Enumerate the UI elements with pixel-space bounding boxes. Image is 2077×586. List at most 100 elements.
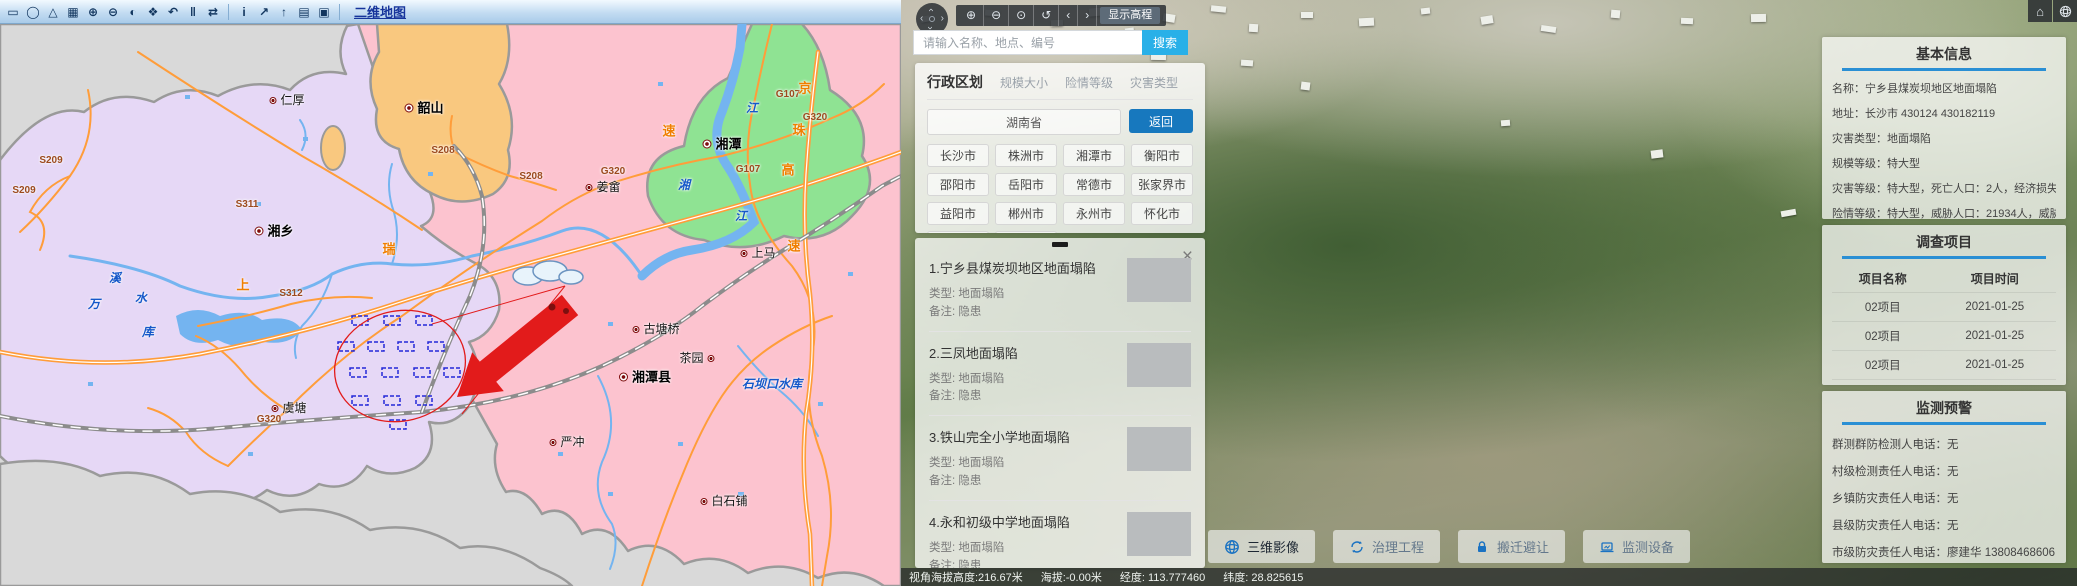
info-row: 灾害等级：特大型，死亡人口：2人，经济损失：250... <box>1832 180 2056 196</box>
bottom-button-label: 三维影像 <box>1247 537 1299 556</box>
basic-info-panel: 基本信息 名称：宁乡县煤炭坝地区地面塌陷地址：长沙市 430124 430182… <box>1822 37 2066 219</box>
ruler-icon[interactable]: ▭ <box>4 3 22 21</box>
city-button[interactable]: 郴州市 <box>995 202 1057 225</box>
hazard-list-item[interactable]: 3.铁山完全小学地面塌陷类型: 地面塌陷备注: 隐患 <box>929 415 1191 500</box>
city-button[interactable]: 株洲市 <box>995 144 1057 167</box>
zoom-in-icon[interactable]: ⊕ <box>84 3 102 21</box>
hazard-thumbnail <box>1127 512 1191 556</box>
export-icon[interactable]: ↗ <box>255 3 273 21</box>
search-button[interactable]: 搜索 <box>1142 30 1188 55</box>
pan-icon[interactable]: ❖ <box>144 3 162 21</box>
survey-cell: 02项目 <box>1832 380 1933 386</box>
survey-title: 调查项目 <box>1832 232 2056 252</box>
zoom-out-icon[interactable]: ⊖ <box>984 5 1009 26</box>
city-grid: 长沙市株洲市湘潭市衡阳市邵阳市岳阳市常德市张家界市益阳市郴州市永州市怀化市娄底市… <box>927 144 1193 233</box>
print-icon[interactable]: ▤ <box>295 3 313 21</box>
city-button[interactable]: 永州市 <box>1063 202 1125 225</box>
aerial-house <box>1301 12 1313 18</box>
aerial-house <box>1359 18 1374 27</box>
globe-icon[interactable]: ◐ <box>124 3 142 21</box>
pan-up-icon[interactable]: ‹ <box>926 8 936 11</box>
basic-info-title: 基本信息 <box>1832 44 2056 64</box>
aerial-house <box>1241 60 1253 67</box>
city-button[interactable]: 怀化市 <box>1131 202 1193 225</box>
map-regions <box>0 24 901 586</box>
title-underline <box>1842 68 2046 71</box>
survey-row[interactable]: 02项目2021-01-25 <box>1832 293 2056 322</box>
title-underline <box>1842 422 2046 425</box>
relocate-icon <box>1474 539 1490 555</box>
province-button[interactable]: 湖南省 <box>927 109 1121 135</box>
reset-view-icon[interactable]: ↺ <box>1034 5 1059 26</box>
survey-table-body: 02项目2021-01-2502项目2021-01-2502项目2021-01-… <box>1832 293 2056 386</box>
bottom-button-监测设备[interactable]: 监测设备 <box>1583 530 1690 563</box>
home-icon[interactable]: ⌂ <box>2028 0 2052 22</box>
city-button[interactable]: 湘潭市 <box>1063 144 1125 167</box>
city-button[interactable]: 湘西土家族... <box>995 231 1057 233</box>
aerial-house <box>1501 120 1510 127</box>
district-tab-1[interactable]: 险情等级 <box>1065 74 1113 91</box>
measure-circle-icon[interactable]: ◯ <box>24 3 42 21</box>
info-icon[interactable]: i <box>235 3 253 21</box>
city-button[interactable]: 张家界市 <box>1131 173 1193 196</box>
city-button[interactable]: 邵阳市 <box>927 173 989 196</box>
layers-globe-icon[interactable] <box>2053 0 2077 22</box>
map-2d-pane: ▭◯△▦⊕⊖◐❖↶‖⇄i↗↑▤▣ 二维地图 <box>0 0 901 586</box>
city-button[interactable]: 衡阳市 <box>1131 144 1193 167</box>
monitor-line: 市级防灾责任人电话：廖建华 13808468606 <box>1832 544 2056 560</box>
pan-right-icon[interactable]: › <box>941 14 944 24</box>
swap-icon[interactable]: ⇄ <box>204 3 222 21</box>
hazard-list-item[interactable]: 4.永和初级中学地面塌陷类型: 地面塌陷备注: 隐患 <box>929 500 1191 568</box>
city-button[interactable]: 岳阳市 <box>995 173 1057 196</box>
search-input[interactable] <box>913 30 1142 55</box>
bottom-button-三维影像[interactable]: 三维影像 <box>1208 530 1315 563</box>
district-tab-0[interactable]: 规模大小 <box>1000 74 1048 91</box>
show-elevation-button[interactable]: 显示高程 <box>1100 7 1160 24</box>
zoom-out-icon[interactable]: ⊖ <box>104 3 122 21</box>
zoom-in-icon[interactable]: ⊕ <box>959 5 984 26</box>
aerial-house <box>1651 149 1664 158</box>
bottom-button-搬迁避让[interactable]: 搬迁避让 <box>1458 530 1565 563</box>
district-tab-2[interactable]: 灾害类型 <box>1130 74 1178 91</box>
upload-icon[interactable]: ↑ <box>275 3 293 21</box>
bottom-button-label: 监测设备 <box>1622 537 1674 556</box>
pan-left-icon[interactable]: ‹ <box>920 14 923 24</box>
hazard-detail: 备注: 隐患 <box>929 473 1191 491</box>
bottom-button-label: 搬迁避让 <box>1497 537 1549 556</box>
survey-row[interactable]: 02项目2021-01-25 <box>1832 380 2056 386</box>
monitor-title: 监测预警 <box>1832 398 2056 418</box>
survey-cell: 02项目 <box>1832 293 1933 322</box>
measure-area-icon[interactable]: △ <box>44 3 62 21</box>
map-toolbar-icons: ▭◯△▦⊕⊖◐❖↶‖⇄ i↗↑▤▣ <box>4 3 333 21</box>
survey-projects-panel: 调查项目 项目名称项目时间 02项目2021-01-2502项目2021-01-… <box>1822 225 2066 385</box>
device-icon <box>1599 539 1615 555</box>
printer-icon[interactable]: ▣ <box>315 3 333 21</box>
hazard-list-item[interactable]: 1.宁乡县煤炭坝地区地面塌陷类型: 地面塌陷备注: 隐患 <box>929 247 1191 331</box>
hazard-list-item[interactable]: 2.三凤地面塌陷类型: 地面塌陷备注: 隐患 <box>929 331 1191 416</box>
survey-row[interactable]: 02项目2021-01-25 <box>1832 322 2056 351</box>
zoom-previous-icon[interactable]: ↶ <box>164 3 182 21</box>
survey-row[interactable]: 02项目2021-01-25 <box>1832 351 2056 380</box>
bottom-button-治理工程[interactable]: 治理工程 <box>1333 530 1440 563</box>
toolbar-divider <box>228 4 229 20</box>
next-icon[interactable]: › <box>1078 5 1097 26</box>
info-row: 名称：宁乡县煤炭坝地区地面塌陷 <box>1832 80 2056 96</box>
grid-icon[interactable]: ▦ <box>64 3 82 21</box>
hazard-list-panel: × 1.宁乡县煤炭坝地区地面塌陷类型: 地面塌陷备注: 隐患2.三凤地面塌陷类型… <box>915 238 1205 568</box>
survey-cell: 2021-01-25 <box>1933 351 2056 380</box>
map-canvas[interactable]: 仁厚韶山湘乡湘潭湘潭县上马古塘桥茶园严冲虞塘白石铺姜畲S209S209S311S… <box>0 24 901 586</box>
city-button[interactable]: 娄底市 <box>927 231 989 233</box>
city-button[interactable]: 益阳市 <box>927 202 989 225</box>
bottom-button-label: 治理工程 <box>1372 537 1424 556</box>
pause-icon[interactable]: ‖ <box>184 3 202 21</box>
map-toolbar: ▭◯△▦⊕⊖◐❖↶‖⇄i↗↑▤▣ 二维地图 <box>0 0 901 24</box>
prev-icon[interactable]: ‹ <box>1059 5 1078 26</box>
search-bar: 搜索 <box>913 30 1188 55</box>
hazard-thumbnail <box>1127 343 1191 387</box>
city-button[interactable]: 长沙市 <box>927 144 989 167</box>
aerial-house <box>1249 24 1258 32</box>
locate-icon[interactable]: ⊙ <box>1009 5 1034 26</box>
city-button[interactable]: 常德市 <box>1063 173 1125 196</box>
back-button[interactable]: 返回 <box>1129 109 1193 133</box>
hazard-thumbnail <box>1127 258 1191 302</box>
